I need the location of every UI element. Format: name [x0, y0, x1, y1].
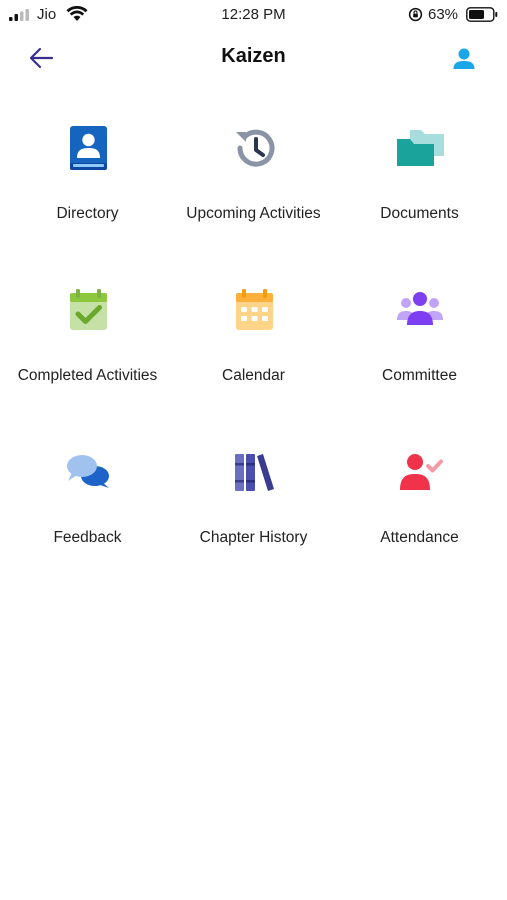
menu-item-calendar[interactable]: Calendar [169, 284, 338, 424]
battery-percent: 63% [428, 6, 459, 23]
calendar-check-icon [69, 289, 107, 330]
menu-item-feedback[interactable]: Feedback [3, 446, 172, 586]
app-header: Kaizen [0, 36, 507, 80]
battery-icon [466, 7, 498, 22]
menu-item-label: Calendar [222, 367, 285, 384]
menu-item-directory[interactable]: Directory [3, 122, 172, 262]
menu-item-documents[interactable]: Documents [335, 122, 504, 262]
menu-item-chapter-history[interactable]: Chapter History [169, 446, 338, 586]
menu-item-label: Chapter History [199, 529, 308, 546]
folders-icon [396, 130, 444, 166]
profile-button[interactable] [449, 44, 479, 72]
menu-item-upcoming-activities[interactable]: Upcoming Activities [169, 122, 338, 262]
contact-book-icon [69, 126, 107, 170]
menu-item-label: Directory [56, 205, 119, 222]
menu-item-label: Committee [382, 367, 457, 384]
person-check-icon [399, 454, 443, 490]
history-clock-icon [235, 129, 274, 167]
calendar-icon [235, 289, 273, 330]
menu-item-label: Completed Activities [17, 367, 158, 384]
chat-bubbles-icon [66, 455, 109, 488]
rotation-lock-icon [408, 7, 423, 22]
group-icon [396, 292, 443, 325]
menu-item-label: Documents [380, 205, 459, 222]
menu-item-completed-activities[interactable]: Completed Activities [3, 284, 172, 424]
menu-item-committee[interactable]: Committee [335, 284, 504, 424]
status-bar: Jio 12:28 PM 63% [0, 0, 507, 30]
menu-item-label: Attendance [380, 529, 459, 546]
menu-item-label: Feedback [53, 529, 122, 546]
menu-item-attendance[interactable]: Attendance [335, 446, 504, 586]
person-icon [453, 48, 475, 69]
books-icon [234, 454, 274, 491]
menu-item-label: Upcoming Activities [186, 205, 321, 222]
page-title: Kaizen [221, 45, 286, 67]
